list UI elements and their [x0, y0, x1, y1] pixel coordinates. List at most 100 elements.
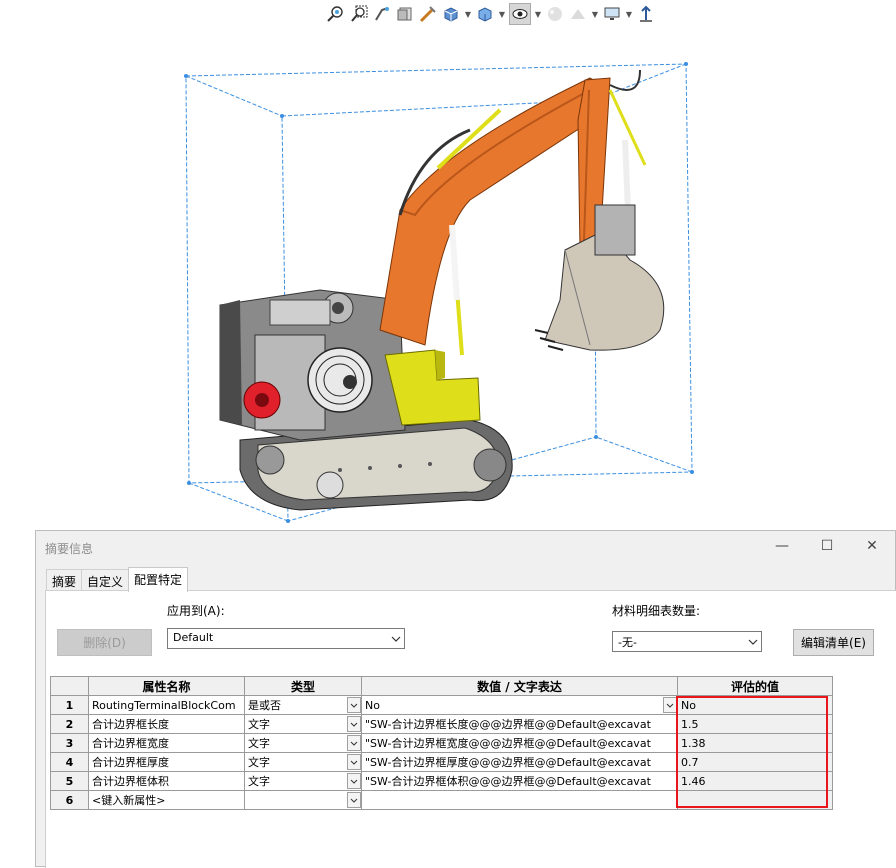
previous-view-icon[interactable]	[372, 4, 392, 24]
header-type[interactable]: 类型	[244, 676, 362, 696]
type-cell[interactable]: 文字	[244, 714, 362, 734]
bom-quantity-combobox[interactable]: -无-	[612, 631, 762, 652]
apply-to-combobox[interactable]: Default	[167, 628, 405, 649]
type-cell[interactable]: 文字	[244, 752, 362, 772]
property-name-cell[interactable]: 合计边界框体积	[88, 771, 245, 791]
value-text: "SW-合计边界框体积@@@边界框@@Default@excavat	[365, 775, 651, 788]
chevron-down-icon[interactable]: ▼	[591, 4, 599, 24]
display-style-icon[interactable]	[475, 4, 495, 24]
type-value: 文字	[248, 718, 270, 731]
table-row: 3 合计边界框宽度 文字 "SW-合计边界框宽度@@@边界框@@Default@…	[50, 733, 833, 753]
bom-quantity-value: -无-	[618, 636, 637, 649]
value-cell[interactable]: No	[361, 695, 678, 715]
property-name-cell[interactable]: 合计边界框宽度	[88, 733, 245, 753]
property-name-cell[interactable]: 合计边界框长度	[88, 714, 245, 734]
graphics-viewport[interactable]	[0, 26, 896, 531]
value-cell[interactable]: "SW-合计边界框厚度@@@边界框@@Default@excavat	[361, 752, 678, 772]
chevron-down-icon[interactable]: ▼	[498, 4, 506, 24]
chevron-down-icon[interactable]	[347, 716, 361, 732]
property-name-cell[interactable]: 合计边界框厚度	[88, 752, 245, 772]
evaluated-value-cell: No	[677, 695, 833, 715]
header-value-expression[interactable]: 数值 / 文字表达	[361, 676, 678, 696]
type-cell[interactable]: 文字	[244, 771, 362, 791]
table-row: 4 合计边界框厚度 文字 "SW-合计边界框厚度@@@边界框@@Default@…	[50, 752, 833, 772]
delete-button[interactable]: 删除(D)	[57, 629, 152, 656]
row-number[interactable]: 2	[50, 714, 89, 734]
row-number[interactable]: 1	[50, 695, 89, 715]
apply-to-label: 应用到(A):	[167, 604, 225, 618]
close-button[interactable]: ✕	[858, 535, 886, 557]
row-number[interactable]: 5	[50, 771, 89, 791]
table-row: 2 合计边界框长度 文字 "SW-合计边界框长度@@@边界框@@Default@…	[50, 714, 833, 734]
view-toolbar: ▼ ▼ ▼ ▼ ▼	[326, 2, 656, 26]
type-value: 是或否	[248, 699, 281, 712]
rotate-view-icon[interactable]	[636, 4, 656, 24]
bom-quantity-label: 材料明细表数量:	[612, 604, 701, 618]
table-row: 5 合计边界框体积 文字 "SW-合计边界框体积@@@边界框@@Default@…	[50, 771, 833, 791]
value-cell[interactable]: "SW-合计边界框长度@@@边界框@@Default@excavat	[361, 714, 678, 734]
engine-housing	[219, 289, 406, 441]
type-cell[interactable]	[244, 790, 362, 810]
dialog-title: 摘要信息	[45, 542, 94, 556]
apply-scene-icon[interactable]	[568, 4, 588, 24]
apply-to-value: Default	[173, 631, 214, 644]
value-cell[interactable]: "SW-合计边界框宽度@@@边界框@@Default@excavat	[361, 733, 678, 753]
chevron-down-icon	[388, 629, 404, 648]
edit-appearance-icon[interactable]	[545, 4, 565, 24]
tab-summary[interactable]: 摘要	[46, 569, 83, 591]
header-evaluated-value[interactable]: 评估的值	[677, 676, 833, 696]
table-row: 6 <键入新属性>	[50, 790, 833, 810]
chevron-down-icon[interactable]	[347, 792, 361, 808]
property-name-cell[interactable]: RoutingTerminalBlockCom	[88, 695, 245, 715]
hide-show-items-icon[interactable]	[509, 3, 531, 25]
property-grid: 属性名称 类型 数值 / 文字表达 评估的值 1 RoutingTerminal…	[50, 676, 833, 810]
value-text: "SW-合计边界框长度@@@边界框@@Default@excavat	[365, 718, 651, 731]
chevron-down-icon[interactable]: ▼	[534, 4, 542, 24]
chevron-down-icon[interactable]	[347, 697, 361, 713]
chevron-down-icon[interactable]	[347, 754, 361, 770]
edit-list-button[interactable]: 编辑清单(E)	[793, 629, 874, 656]
zoom-to-fit-icon[interactable]	[326, 4, 346, 24]
type-value: 文字	[248, 756, 270, 769]
chevron-down-icon[interactable]: ▼	[464, 4, 472, 24]
row-number[interactable]: 3	[50, 733, 89, 753]
value-cell[interactable]: "SW-合计边界框体积@@@边界框@@Default@excavat	[361, 771, 678, 791]
chevron-down-icon[interactable]	[663, 697, 677, 713]
excavator-model	[184, 62, 694, 523]
yellow-cab	[384, 349, 481, 426]
row-number[interactable]: 4	[50, 752, 89, 772]
value-cell[interactable]	[361, 790, 678, 810]
value-text: "SW-合计边界框宽度@@@边界框@@Default@excavat	[365, 737, 651, 750]
evaluated-value-cell: 1.46	[677, 771, 833, 791]
evaluated-value-cell: 1.5	[677, 714, 833, 734]
chevron-down-icon[interactable]	[347, 735, 361, 751]
bucket	[534, 204, 665, 351]
dynamic-annotation-icon[interactable]	[418, 4, 438, 24]
row-number[interactable]: 6	[50, 790, 89, 810]
type-value: 文字	[248, 737, 270, 750]
header-property-name[interactable]: 属性名称	[88, 676, 245, 696]
type-cell[interactable]: 是或否	[244, 695, 362, 715]
type-value: 文字	[248, 775, 270, 788]
new-property-cell[interactable]: <键入新属性>	[88, 790, 245, 810]
evaluated-value-cell: 0.7	[677, 752, 833, 772]
chevron-down-icon[interactable]	[347, 773, 361, 789]
tab-bar: 摘要 自定义 配置特定	[46, 567, 189, 592]
tab-custom[interactable]: 自定义	[81, 569, 130, 591]
view-orientation-icon[interactable]	[441, 4, 461, 24]
type-cell[interactable]: 文字	[244, 733, 362, 753]
table-row: 1 RoutingTerminalBlockCom 是或否 No No	[50, 695, 833, 715]
zoom-area-icon[interactable]	[349, 4, 369, 24]
value-text: No	[365, 698, 380, 712]
chevron-down-icon	[745, 632, 761, 651]
chevron-down-icon[interactable]: ▼	[625, 4, 633, 24]
evaluated-value-cell	[677, 790, 833, 810]
view-settings-icon[interactable]	[602, 4, 622, 24]
tab-configuration-specific[interactable]: 配置特定	[128, 567, 189, 592]
maximize-button[interactable]: ☐	[813, 535, 841, 557]
grid-corner	[50, 676, 89, 696]
summary-info-dialog: 摘要信息 — ☐ ✕ 摘要 自定义 配置特定 应用到(A): Default 材…	[35, 530, 896, 868]
value-text: "SW-合计边界框厚度@@@边界框@@Default@excavat	[365, 756, 651, 769]
section-view-icon[interactable]	[395, 4, 415, 24]
minimize-button[interactable]: —	[768, 535, 796, 557]
